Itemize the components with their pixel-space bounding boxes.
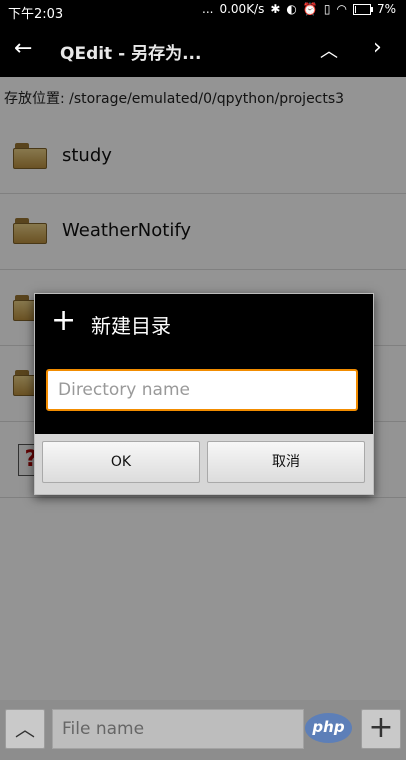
directory-name-input[interactable]: [46, 369, 358, 411]
status-dots: ...: [202, 2, 214, 16]
alarm-icon: ⏰: [302, 2, 318, 16]
toggle-icon: ◐: [286, 2, 297, 16]
status-icons: ... 0.00K/s ✱ ◐ ⏰ ▯ ◠ 7%: [202, 2, 396, 16]
bottom-bar: ︿ php +: [0, 700, 406, 760]
plus-icon: +: [368, 710, 394, 745]
app-title: QEdit - 另存为...: [60, 44, 202, 64]
dialog-buttons: OK 取消: [35, 434, 373, 494]
dialog-body: [35, 350, 373, 434]
net-speed: 0.00K/s: [219, 2, 265, 16]
battery-icon: [352, 3, 373, 15]
app-bar: ← QEdit - 另存为... ︿ ›: [0, 22, 406, 77]
arrow-left-icon[interactable]: ←: [14, 36, 32, 61]
dialog-header: + 新建目录: [35, 294, 373, 350]
php-logo: php: [305, 713, 352, 743]
chevron-right-icon[interactable]: ›: [373, 35, 382, 60]
status-time: 下午2:03: [8, 7, 64, 22]
battery-percent: 7%: [376, 2, 396, 16]
go-up-button[interactable]: ︿: [5, 709, 45, 749]
vibrate-icon: ▯: [323, 2, 331, 16]
dialog-title: 新建目录: [91, 314, 171, 338]
ok-button[interactable]: OK: [42, 441, 200, 483]
file-name-input[interactable]: [52, 709, 304, 749]
cancel-button[interactable]: 取消: [207, 441, 365, 483]
new-directory-dialog: + 新建目录 OK 取消: [34, 293, 374, 495]
bluetooth-icon: ✱: [270, 2, 281, 16]
plus-icon: +: [51, 303, 77, 338]
add-button[interactable]: +: [361, 709, 401, 749]
chevron-up-icon[interactable]: ︿: [320, 37, 338, 63]
status-bar: 下午2:03 ... 0.00K/s ✱ ◐ ⏰ ▯ ◠ 7%: [0, 0, 406, 22]
chevron-up-icon: ︿: [15, 717, 35, 741]
wifi-icon: ◠: [336, 2, 347, 16]
